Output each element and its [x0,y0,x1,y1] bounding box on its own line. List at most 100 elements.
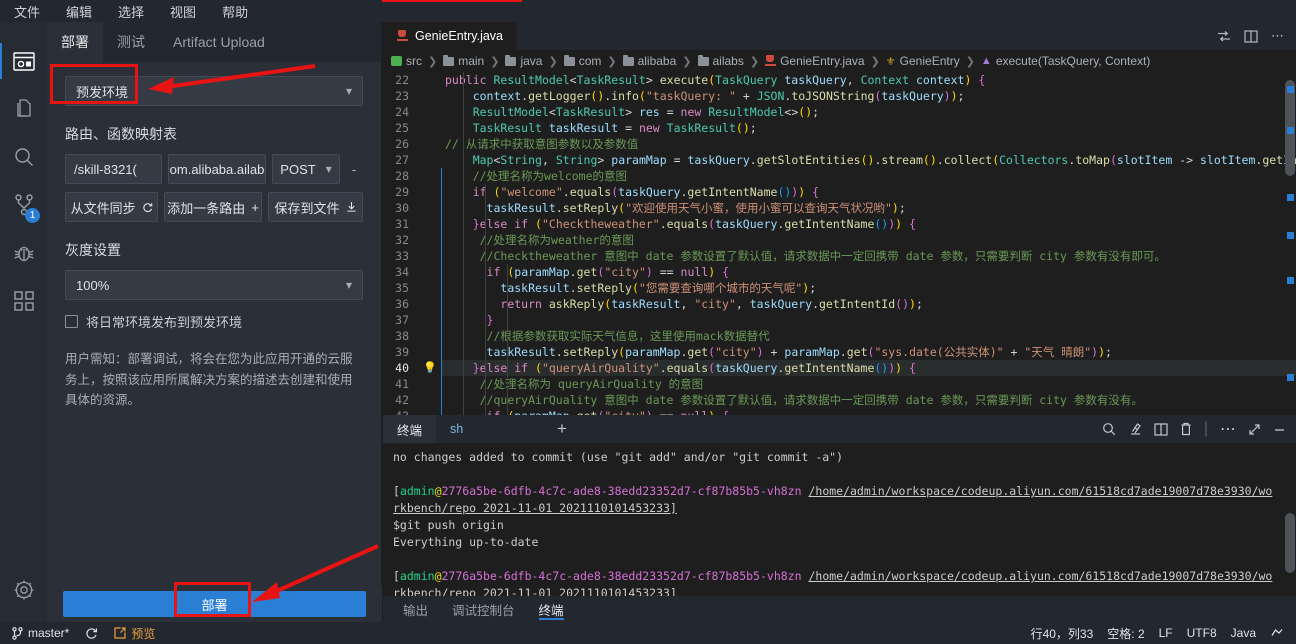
breadcrumb-item-java[interactable]: java [505,54,542,68]
code-line: 28 //处理名称为welcome的意图 [383,168,1296,184]
gutter[interactable] [419,184,441,200]
breadcrumb-item-ailabs[interactable]: ailabs [697,54,744,68]
terminal-scrollbar[interactable] [1285,513,1295,573]
split-sync-icon[interactable] [1217,30,1231,43]
code-editor[interactable]: 22 public ResultModel<TaskResult> execut… [383,72,1296,415]
breadcrumb-item-class[interactable]: ⚜ GenieEntry [886,54,960,68]
menu-item-help[interactable]: 帮助 [222,2,248,21]
gutter[interactable] [419,392,441,408]
activity-item-source-control[interactable]: 1 [0,181,47,229]
tab-deploy[interactable]: 部署 [47,22,103,62]
gutter[interactable] [419,296,441,312]
menu-item-file[interactable]: 文件 [14,2,40,21]
lightbulb-icon[interactable]: 💡 [419,360,441,376]
gray-percent-select[interactable]: 100% ▾ [65,270,363,300]
panel-tab-output[interactable]: 输出 [391,596,440,622]
activity-item-extensions[interactable] [0,277,47,325]
breadcrumb-item-method[interactable]: ▲ execute(TaskQuery, Context) [981,54,1150,68]
publish-daily-to-pre-checkbox-row[interactable]: 将日常环境发布到预发环境 [65,312,363,331]
gutter[interactable] [419,376,441,392]
gutter[interactable] [419,280,441,296]
gutter[interactable] [419,136,441,152]
tab-artifact-upload[interactable]: Artifact Upload [159,22,279,62]
status-preview-label: 预览 [131,626,156,641]
gutter[interactable] [419,104,441,120]
gutter[interactable] [419,248,441,264]
route-path-input[interactable]: /skill-8321( [65,154,162,184]
activity-item-explorer[interactable] [0,85,47,133]
breadcrumb-item-file[interactable]: GenieEntry.java [765,54,865,68]
gutter[interactable] [419,88,441,104]
tab-test[interactable]: 测试 [103,22,159,62]
publish-daily-to-pre-checkbox[interactable] [65,315,78,328]
environment-select[interactable]: 预发环境 ▾ [65,76,363,106]
search-icon[interactable] [1102,422,1116,436]
sync-from-file-button[interactable]: 从文件同步 [65,192,159,222]
status-branch[interactable]: master* [12,626,69,640]
status-bar-right: 行40，列33 空格: 2 LF UTF8 Java [1031,625,1296,642]
more-icon[interactable]: ⋯ [1220,419,1236,439]
gutter[interactable] [419,200,441,216]
panel-tab-terminal[interactable]: 终端 [527,596,576,622]
app-studio-icon [12,51,35,71]
breadcrumb-item-main[interactable]: main [443,54,484,68]
minimize-icon[interactable] [1273,423,1286,436]
more-actions-icon[interactable]: ⋯ [1271,28,1284,44]
gutter[interactable] [419,408,441,415]
panel-tab-debug-console[interactable]: 调试控制台 [440,596,527,622]
line-number: 34 [395,265,409,279]
gutter[interactable] [419,328,441,344]
save-to-file-button[interactable]: 保存到文件 [267,192,363,222]
terminal-tab-sh[interactable]: sh [436,415,541,443]
trash-icon[interactable] [1180,422,1192,436]
breadcrumb-item-src[interactable]: src [391,54,422,68]
gutter[interactable] [419,168,441,184]
activity-item-settings[interactable] [0,566,47,614]
gutter[interactable] [419,264,441,280]
new-terminal-button[interactable]: + [541,415,583,443]
code-line: 34 if (paramMap.get("city") == null) { [383,264,1296,280]
status-eol[interactable]: LF [1159,626,1173,640]
split-terminal-icon[interactable] [1154,422,1168,436]
menu-item-view[interactable]: 视图 [170,2,196,21]
status-cursor-position[interactable]: 行40，列33 [1031,625,1094,642]
search-icon [13,146,35,168]
gutter[interactable] [419,152,441,168]
deploy-button[interactable]: 部署 [63,591,366,617]
activity-item-search[interactable] [0,133,47,181]
gutter[interactable] [419,120,441,136]
route-handler-input[interactable]: com.alibaba.ailabs [168,154,266,184]
split-editor-icon[interactable] [1244,29,1258,43]
terminal-tab-label[interactable]: 终端 [383,415,437,443]
gutter[interactable] [419,312,441,328]
status-language[interactable]: Java [1231,626,1256,640]
route-method-select[interactable]: POST ▾ [272,154,340,184]
gray-section-title: 灰度设置 [65,242,121,258]
side-panel-tabs: 部署 测试 Artifact Upload [47,22,381,62]
clear-icon[interactable] [1128,422,1142,436]
feedback-icon[interactable] [1270,627,1284,639]
line-number: 35 [395,281,409,295]
line-number: 37 [395,313,409,327]
breadcrumb-item-com[interactable]: com [563,54,601,68]
gutter[interactable] [419,232,441,248]
editor-tab-genieentry[interactable]: GenieEntry.java [383,22,518,50]
code-line-current: 40 💡 }else if ("queryAirQuality".equals(… [383,360,1296,376]
status-indentation[interactable]: 空格: 2 [1107,625,1144,642]
route-remove-button[interactable]: - [346,154,362,184]
activity-item-debug[interactable] [0,229,47,277]
menu-item-select[interactable]: 选择 [118,2,144,21]
status-encoding[interactable]: UTF8 [1187,626,1217,640]
maximize-icon[interactable] [1248,423,1261,436]
gutter[interactable] [419,344,441,360]
gutter[interactable] [419,72,441,88]
status-preview[interactable]: 预览 [114,625,155,642]
status-sync[interactable] [85,627,98,640]
breadcrumb-item-alibaba[interactable]: alibaba [622,54,676,68]
add-route-button[interactable]: 添加一条路由 + [164,192,262,222]
activity-item-app-studio[interactable] [0,37,47,85]
gutter[interactable] [419,216,441,232]
menu-item-edit[interactable]: 编辑 [66,2,92,21]
folder-icon [443,54,455,66]
code-text: } [486,313,494,327]
